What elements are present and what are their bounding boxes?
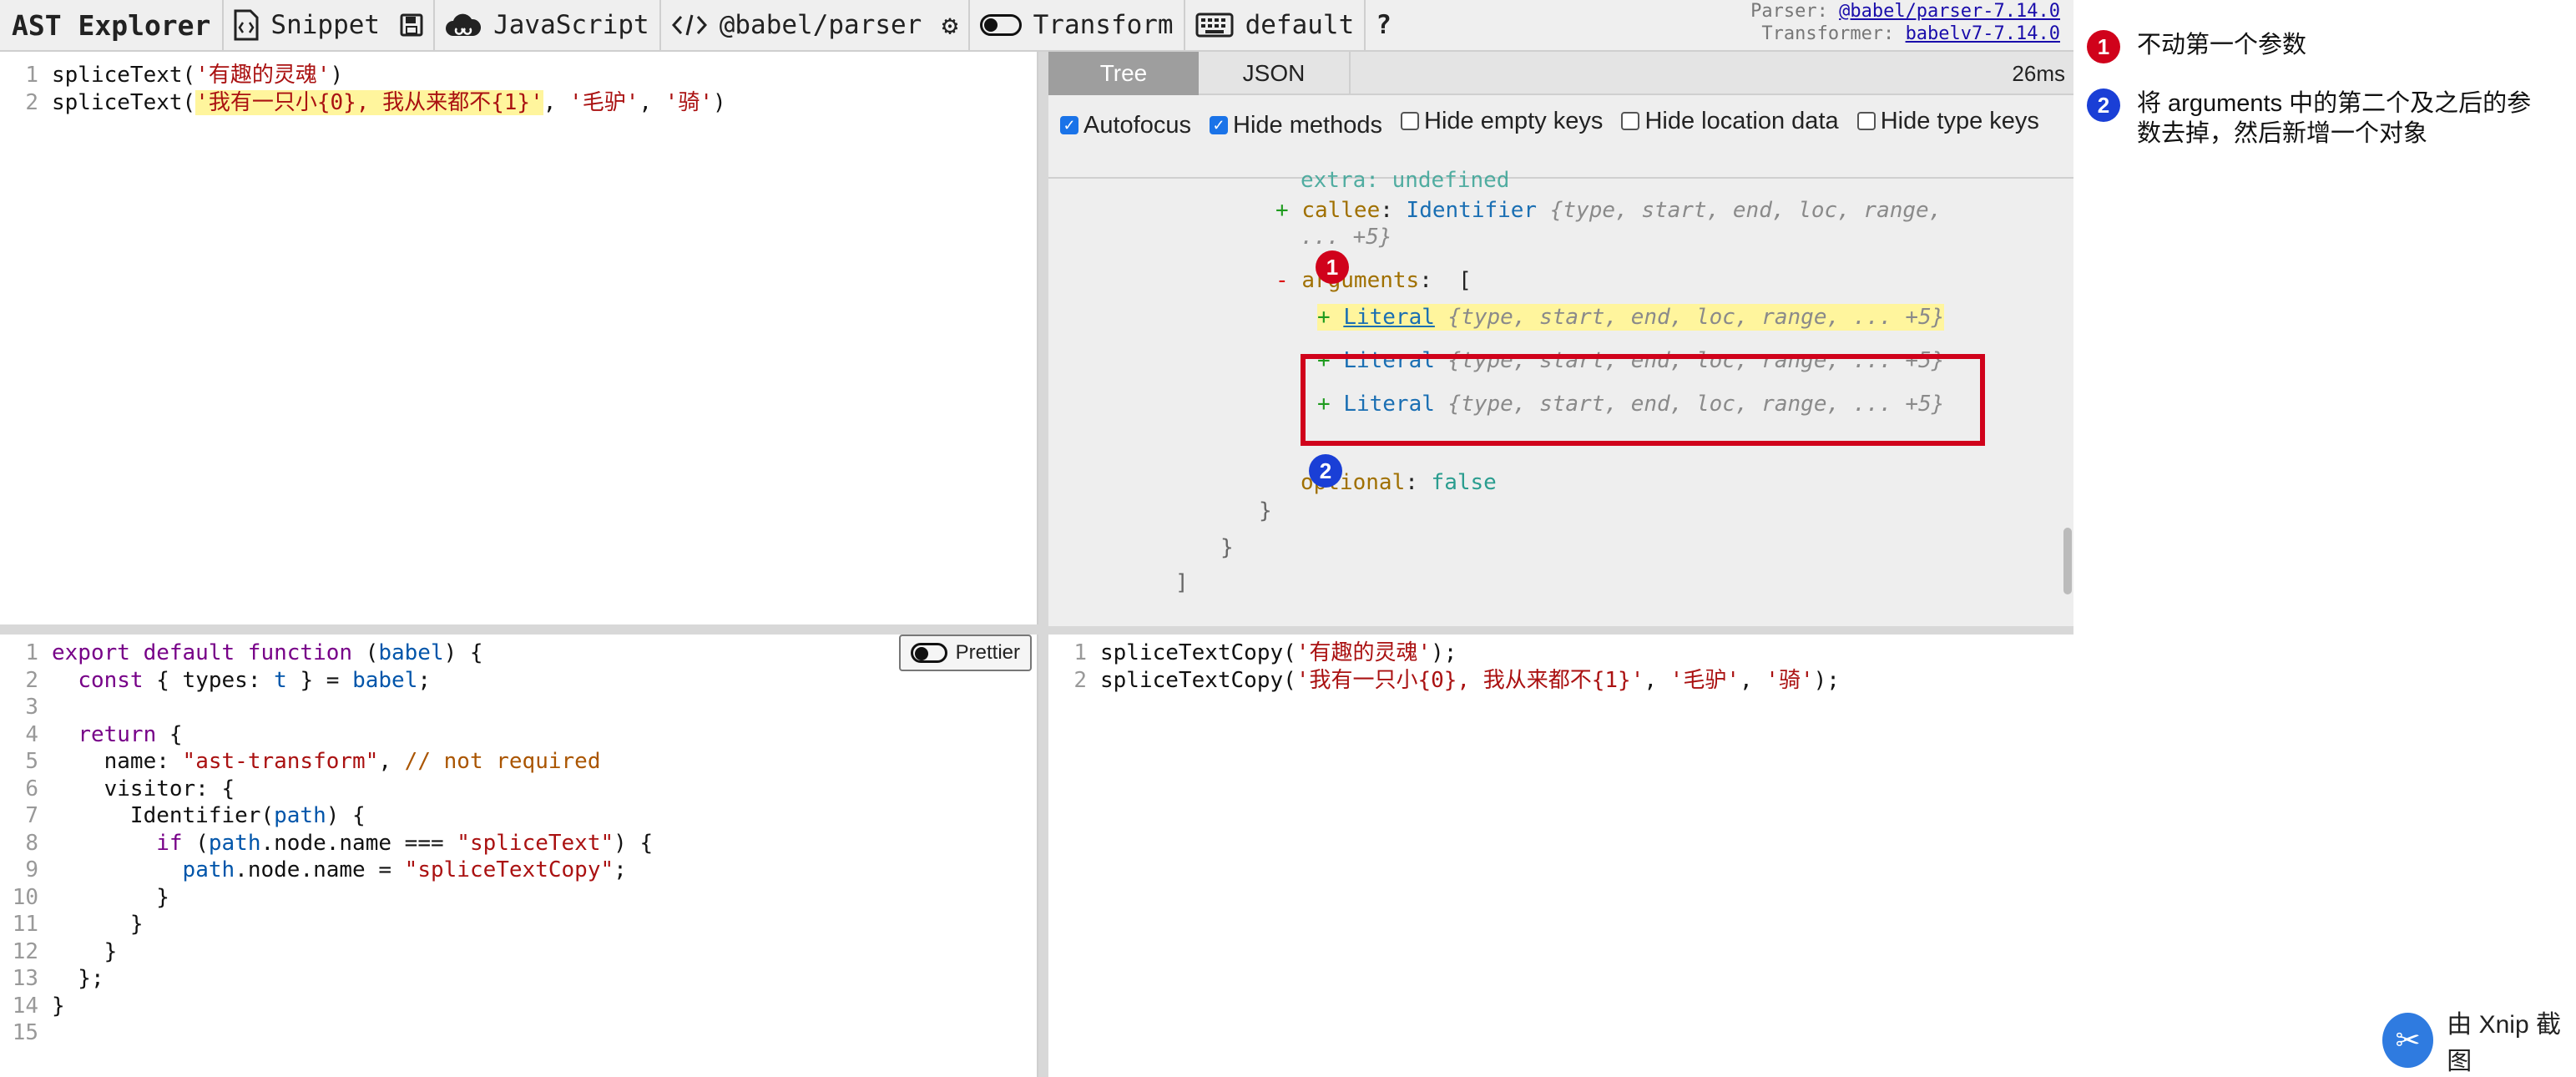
option-hide-empty-keys[interactable]: Hide empty keys [1401,105,1603,137]
source-editor[interactable]: 1 spliceText('有趣的灵魂') 2 spliceText('我有一只小{… [0,52,1038,626]
file-code-icon [234,9,259,41]
scrollbar[interactable] [2063,528,2072,594]
prettier-label: Prettier [955,641,1020,664]
help-icon: ? [1376,10,1392,40]
output-line: 2 spliceTextCopy('我有一只小{0}, 我从来都不{1}', '毛… [1073,667,1840,693]
tree-node-arguments[interactable]: - arguments: [ [1275,267,1472,294]
tree-node-literal-highlighted[interactable]: + Literal {type, start, end, loc, range,… [1317,304,1945,331]
app-title: AST Explorer [12,8,211,42]
transform-line: 8 if (path.node.name === "spliceText") { [25,830,654,856]
transform-toggle[interactable]: Transform [970,0,1184,51]
code-icon [671,13,708,38]
annotation-badge-1: 1 [1316,250,1349,284]
output-line: 1 spliceTextCopy('有趣的灵魂'); [1073,640,1457,665]
checkbox-checked-icon[interactable]: ✓ [1210,116,1229,134]
transformer-version-label: Transformer: [1761,23,1895,44]
parser-label: @babel/parser [719,10,922,40]
note-item: 2 将 arguments 中的第二个及之后的参数去掉，然后新增一个对象 [2087,88,2554,149]
transform-line: 15 [12,1020,38,1045]
vertical-splitter[interactable] [1038,52,1048,1077]
transform-line: 7 Identifier(path) { [25,803,366,828]
transform-line: 12 } [12,938,118,964]
parser-version-label: Parser: [1750,1,1828,22]
transform-label: Transform [1033,10,1174,40]
note-item: 1 不动第一个参数 [2087,30,2554,63]
highlight-box [1301,354,1985,446]
snippet-button[interactable]: Snippet [224,0,390,51]
transform-line: 5 name: "ast-transform", // not required [25,749,601,774]
checkbox-icon[interactable] [1856,112,1876,130]
tab-tree[interactable]: Tree [1048,52,1199,95]
note-text-1: 不动第一个参数 [2137,32,2307,58]
transform-line: 11 } [12,912,144,937]
tree-line-extra: extra: undefined [1301,168,1510,193]
checkbox-checked-icon[interactable]: ✓ [1060,116,1078,134]
option-hide-type-keys[interactable]: Hide type keys [1856,105,2039,137]
checkbox-icon[interactable] [1401,112,1420,130]
parser-version-link[interactable]: @babel/parser-7.14.0 [1839,1,2060,22]
cloud-icon [445,13,482,38]
option-hide-methods[interactable]: ✓ Hide methods [1210,109,1382,141]
parser-settings-button[interactable]: ⚙ [932,0,967,51]
keymap-select[interactable]: default [1185,0,1365,51]
tree-bracket: } [1259,498,1272,523]
xnip-watermark: ✂ 由 Xnip 截图 [2382,1004,2576,1077]
transform-line: 13 }; [12,966,104,991]
note-badge-1: 1 [2087,30,2120,63]
scissors-icon: ✂ [2382,1013,2434,1068]
parse-time: 26ms [2012,60,2065,86]
language-select[interactable]: JavaScript [435,0,659,51]
tree-node-callee[interactable]: + callee: Identifier {type, start, end, … [1275,197,1942,224]
option-hide-location-data[interactable]: Hide location data [1621,105,1839,137]
ast-options: ✓ Autofocus ✓ Hide methods Hide empty keys… [1060,105,2062,141]
toggle-icon [910,643,947,663]
gear-icon: ⚙ [942,9,958,41]
tab-json[interactable]: JSON [1199,52,1351,95]
note-text-2: 将 arguments 中的第二个及之后的参数去掉，然后新增一个对象 [2137,90,2532,147]
prettier-toggle[interactable]: Prettier [898,635,1032,671]
tree-bracket: ] [1175,570,1189,595]
keymap-label: default [1245,10,1355,40]
transform-line: 14} [12,993,65,1019]
transform-editor[interactable]: Prettier 1 export default function (babel… [0,635,1038,1077]
checkbox-icon[interactable] [1621,112,1640,130]
transform-line: 4 return { [25,721,183,747]
transform-line: 2 const { types: t } = babel; [25,667,432,693]
help-button[interactable]: ? [1366,0,1402,51]
snippet-label: Snippet [270,10,381,40]
toggle-icon [979,14,1022,36]
save-icon [400,13,423,37]
ast-tabs: Tree JSON 26ms [1048,52,2073,95]
annotation-notes: 1 不动第一个参数 2 将 arguments 中的第二个及之后的参数去掉，然后… [2087,30,2554,174]
output-panel: 1 spliceTextCopy('有趣的灵魂'); 2 spliceTextCop… [1048,635,2073,1077]
source-line: 2 spliceText('我有一只小{0}, 我从来都不{1}', '毛驴', … [25,89,726,115]
ast-panel: Tree JSON 26ms ✓ Autofocus ✓ Hide methods … [1048,52,2073,626]
annotation-badge-2: 2 [1309,454,1342,488]
transform-line: 3 [25,695,38,720]
keyboard-icon [1195,13,1234,38]
transformer-version-link[interactable]: babelv7-7.14.0 [1906,23,2060,44]
transform-line: 1 export default function (babel) { [25,640,483,665]
note-badge-2: 2 [2087,88,2120,122]
save-button[interactable] [390,0,433,51]
parser-select[interactable]: @babel/parser [661,0,932,51]
watermark-text: 由 Xnip 截图 [2447,1011,2561,1075]
version-info: Parser: @babel/parser-7.14.0 Transformer… [1750,0,2060,45]
transform-line: 9 path.node.name = "spliceTextCopy"; [25,857,627,882]
toolbar: AST Explorer Snippet JavaScript @babel/p… [0,0,2073,52]
tree-bracket: } [1220,535,1234,560]
option-autofocus[interactable]: ✓ Autofocus [1060,109,1191,141]
source-line: 1 spliceText('有趣的灵魂') [25,63,344,88]
highlighted-string: '我有一只小{0}, 我从来都不{1}' [195,89,543,115]
transform-line: 10 } [12,884,169,910]
transform-line: 6 visitor: { [25,776,235,801]
language-label: JavaScript [493,10,649,40]
tree-meta-continued: ... +5} [1301,225,1392,250]
